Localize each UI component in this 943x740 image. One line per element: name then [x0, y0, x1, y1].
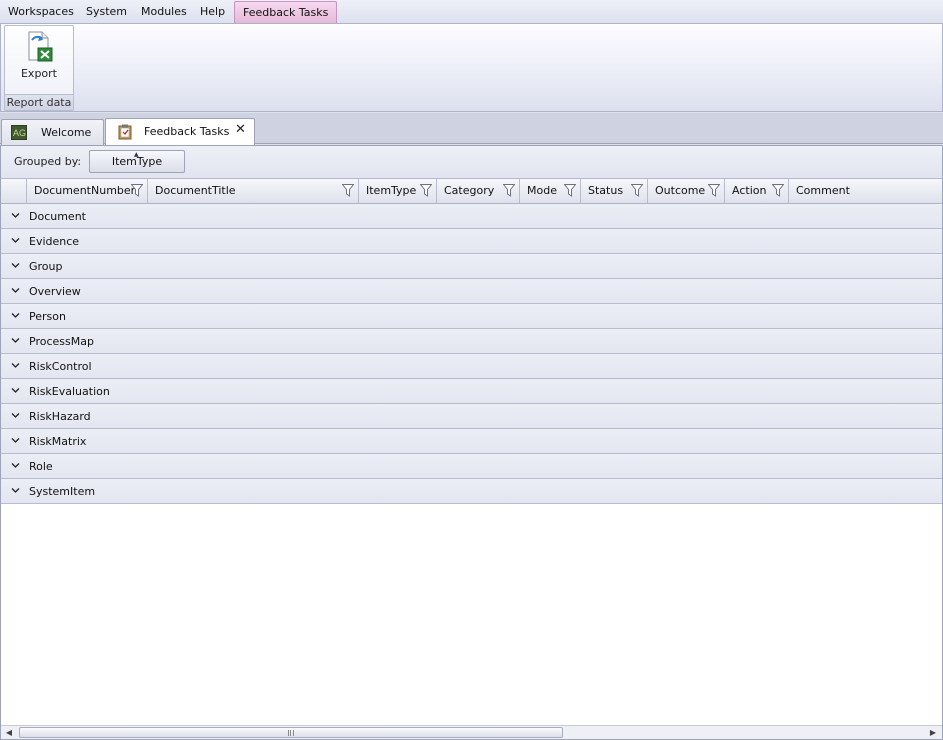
- filter-icon[interactable]: [708, 184, 720, 197]
- menu-system[interactable]: System: [78, 1, 135, 23]
- column-header-outcome[interactable]: Outcome: [648, 179, 725, 203]
- document-tabs: AG Welcome Feedback Tasks ✕: [0, 113, 943, 145]
- indent-header: [1, 179, 27, 203]
- excel-export-icon: [26, 30, 54, 67]
- column-header-label: Status: [588, 184, 624, 197]
- group-row-label: RiskMatrix: [29, 435, 87, 448]
- sort-ascending-icon: ▲: [134, 151, 139, 158]
- ribbon-group-report-data: Export Report data: [4, 25, 74, 111]
- column-header-label: Action: [732, 184, 767, 197]
- column-header-documenttitle[interactable]: DocumentTitle: [148, 179, 359, 203]
- ribbon: Export Report data: [0, 23, 943, 112]
- group-row-person[interactable]: Person: [1, 304, 942, 329]
- scrollbar-thumb[interactable]: [19, 727, 563, 738]
- chevron-down-icon[interactable]: [11, 312, 20, 319]
- menu-modules[interactable]: Modules: [133, 1, 195, 23]
- column-header-label: Comment: [796, 184, 850, 197]
- scroll-right-icon[interactable]: ▶: [927, 728, 939, 738]
- svg-text:AG: AG: [13, 128, 26, 138]
- column-header-comment[interactable]: Comment: [789, 179, 942, 203]
- column-header-label: DocumentTitle: [155, 184, 236, 197]
- menu-feedback-tasks[interactable]: Feedback Tasks: [234, 1, 338, 23]
- group-row-label: Group: [29, 260, 63, 273]
- column-header-label: Outcome: [655, 184, 706, 197]
- tab-feedback-tasks-label: Feedback Tasks: [144, 125, 230, 138]
- group-row-role[interactable]: Role: [1, 454, 942, 479]
- group-row-label: RiskEvaluation: [29, 385, 110, 398]
- group-row-label: Evidence: [29, 235, 80, 248]
- export-label: Export: [20, 67, 57, 80]
- column-header-label: DocumentNumber: [34, 184, 136, 197]
- column-header-mode[interactable]: Mode: [520, 179, 581, 203]
- chevron-down-icon[interactable]: [11, 487, 20, 494]
- group-row-riskcontrol[interactable]: RiskControl: [1, 354, 942, 379]
- group-row-riskhazard[interactable]: RiskHazard: [1, 404, 942, 429]
- group-row-label: ProcessMap: [29, 335, 94, 348]
- horizontal-scrollbar[interactable]: ◀ ▶: [1, 725, 942, 739]
- group-row-label: SystemItem: [29, 485, 96, 498]
- column-header-itemtype[interactable]: ItemType: [359, 179, 437, 203]
- chevron-down-icon[interactable]: [11, 362, 20, 369]
- chevron-down-icon[interactable]: [11, 237, 20, 244]
- chevron-down-icon[interactable]: [11, 212, 20, 219]
- column-header-label: Category: [444, 184, 495, 197]
- feedback-tasks-grid: Grouped by: ▲ ItemType DocumentNumber Do…: [0, 145, 943, 740]
- filter-icon[interactable]: [342, 184, 354, 197]
- export-button[interactable]: Export: [8, 28, 70, 84]
- menu-workspaces[interactable]: Workspaces: [0, 1, 82, 23]
- ribbon-group-label: Report data: [5, 94, 73, 110]
- group-row-overview[interactable]: Overview: [1, 279, 942, 304]
- tab-feedback-tasks[interactable]: Feedback Tasks ✕: [105, 118, 255, 145]
- column-header-label: Mode: [527, 184, 557, 197]
- chevron-down-icon[interactable]: [11, 337, 20, 344]
- group-row-document[interactable]: Document: [1, 204, 942, 229]
- filter-icon[interactable]: [131, 184, 143, 197]
- menu-help[interactable]: Help: [192, 1, 233, 23]
- column-header-status[interactable]: Status: [581, 179, 648, 203]
- column-header-label: ItemType: [366, 184, 417, 197]
- tab-welcome-label: Welcome: [41, 126, 92, 139]
- filter-icon[interactable]: [420, 184, 432, 197]
- filter-icon[interactable]: [631, 184, 643, 197]
- group-row-evidence[interactable]: Evidence: [1, 229, 942, 254]
- group-row-systemitem[interactable]: SystemItem: [1, 479, 942, 504]
- close-icon[interactable]: ✕: [235, 122, 246, 137]
- group-row-processmap[interactable]: ProcessMap: [1, 329, 942, 354]
- group-row-label: RiskControl: [29, 360, 92, 373]
- chevron-down-icon[interactable]: [11, 412, 20, 419]
- scroll-left-icon[interactable]: ◀: [3, 728, 15, 738]
- column-header-action[interactable]: Action: [725, 179, 789, 203]
- group-row-label: RiskHazard: [29, 410, 91, 423]
- group-row-label: Person: [29, 310, 66, 323]
- group-row-riskmatrix[interactable]: RiskMatrix: [1, 429, 942, 454]
- column-header-category[interactable]: Category: [437, 179, 520, 203]
- chevron-down-icon[interactable]: [11, 262, 20, 269]
- filter-icon[interactable]: [564, 184, 576, 197]
- column-header-documentnumber[interactable]: DocumentNumber: [27, 179, 148, 203]
- chevron-down-icon[interactable]: [11, 387, 20, 394]
- ag-logo-icon: AG: [11, 125, 27, 140]
- column-header-row: DocumentNumber DocumentTitle ItemType Ca…: [1, 179, 942, 204]
- chevron-down-icon[interactable]: [11, 287, 20, 294]
- filter-icon[interactable]: [503, 184, 515, 197]
- grip-icon: [288, 730, 294, 736]
- group-by-panel: Grouped by: ▲ ItemType: [1, 146, 942, 179]
- chevron-down-icon[interactable]: [11, 437, 20, 444]
- tab-welcome[interactable]: AG Welcome: [1, 119, 104, 145]
- group-row-group[interactable]: Group: [1, 254, 942, 279]
- group-by-chip[interactable]: ▲ ItemType: [89, 150, 185, 173]
- clipboard-icon: [118, 124, 134, 140]
- group-row-label: Role: [29, 460, 53, 473]
- chevron-down-icon[interactable]: [11, 462, 20, 469]
- group-row-riskevaluation[interactable]: RiskEvaluation: [1, 379, 942, 404]
- group-row-label: Overview: [29, 285, 81, 298]
- menu-bar: Workspaces System Modules Help Feedback …: [0, 0, 943, 23]
- group-row-label: Document: [29, 210, 86, 223]
- filter-icon[interactable]: [772, 184, 784, 197]
- group-rows: Document Evidence Group Overview Person …: [1, 204, 942, 504]
- grouped-by-label: Grouped by:: [14, 155, 82, 168]
